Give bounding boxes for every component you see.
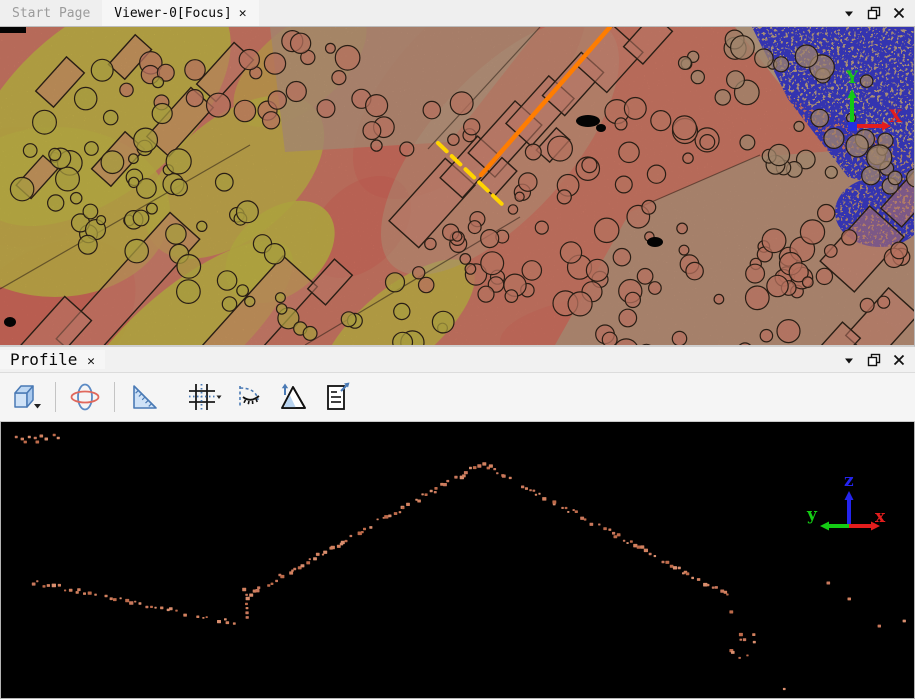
elevation-mountain-button[interactable] bbox=[272, 377, 312, 417]
close-window-icon[interactable] bbox=[891, 5, 907, 21]
float-window-icon[interactable] bbox=[866, 5, 882, 21]
point-cloud-top-viewer[interactable]: YX bbox=[0, 27, 915, 347]
profile-close-icon[interactable]: ✕ bbox=[87, 354, 95, 369]
elevation-mountain-icon bbox=[276, 381, 308, 413]
axis-label-X: X bbox=[889, 107, 903, 127]
tab-viewer-0-label: Viewer-0[Focus] bbox=[114, 6, 231, 21]
orbit-rotate-icon bbox=[69, 381, 101, 413]
viewer-window-controls bbox=[841, 5, 915, 21]
profile-grid-button[interactable] bbox=[184, 377, 224, 417]
tab-start-page-label: Start Page bbox=[12, 6, 90, 21]
report-export-icon bbox=[320, 381, 352, 413]
toolbar-separator bbox=[55, 382, 56, 412]
profile-tab-bar: Profile ✕ bbox=[0, 347, 915, 373]
dropdown-arrow-icon[interactable] bbox=[841, 5, 857, 21]
measure-triangle-icon bbox=[128, 381, 160, 413]
tab-start-page[interactable]: Start Page bbox=[0, 0, 102, 26]
tab-profile[interactable]: Profile ✕ bbox=[0, 350, 105, 369]
close-window-icon[interactable] bbox=[891, 352, 907, 368]
orbit-rotate-button[interactable] bbox=[65, 377, 105, 417]
hide-section-button[interactable] bbox=[228, 377, 268, 417]
tab-viewer-0[interactable]: Viewer-0[Focus] ✕ bbox=[102, 0, 258, 26]
main-tab-bar: Start Page Viewer-0[Focus] ✕ bbox=[0, 0, 915, 27]
report-export-button[interactable] bbox=[316, 377, 356, 417]
view-cube-button[interactable] bbox=[6, 377, 46, 417]
profile-section-viewer[interactable]: z x y bbox=[0, 422, 915, 699]
dropdown-arrow-icon[interactable] bbox=[841, 352, 857, 368]
tab-close-icon[interactable]: ✕ bbox=[239, 7, 247, 20]
profile-window-controls bbox=[841, 352, 915, 368]
toolbar-separator bbox=[114, 382, 115, 412]
axis-label-y: y bbox=[806, 505, 818, 525]
axis-label-x: x bbox=[875, 507, 886, 527]
view-cube-icon bbox=[9, 381, 43, 413]
axis-label-z: z bbox=[844, 471, 854, 491]
profile-toolbar bbox=[0, 373, 915, 422]
measure-triangle-button[interactable] bbox=[124, 377, 164, 417]
tab-profile-label: Profile bbox=[10, 350, 77, 369]
hide-section-icon bbox=[231, 381, 265, 413]
float-window-icon[interactable] bbox=[866, 352, 882, 368]
axis-label-Y: Y bbox=[845, 68, 859, 88]
profile-grid-icon bbox=[186, 381, 222, 413]
